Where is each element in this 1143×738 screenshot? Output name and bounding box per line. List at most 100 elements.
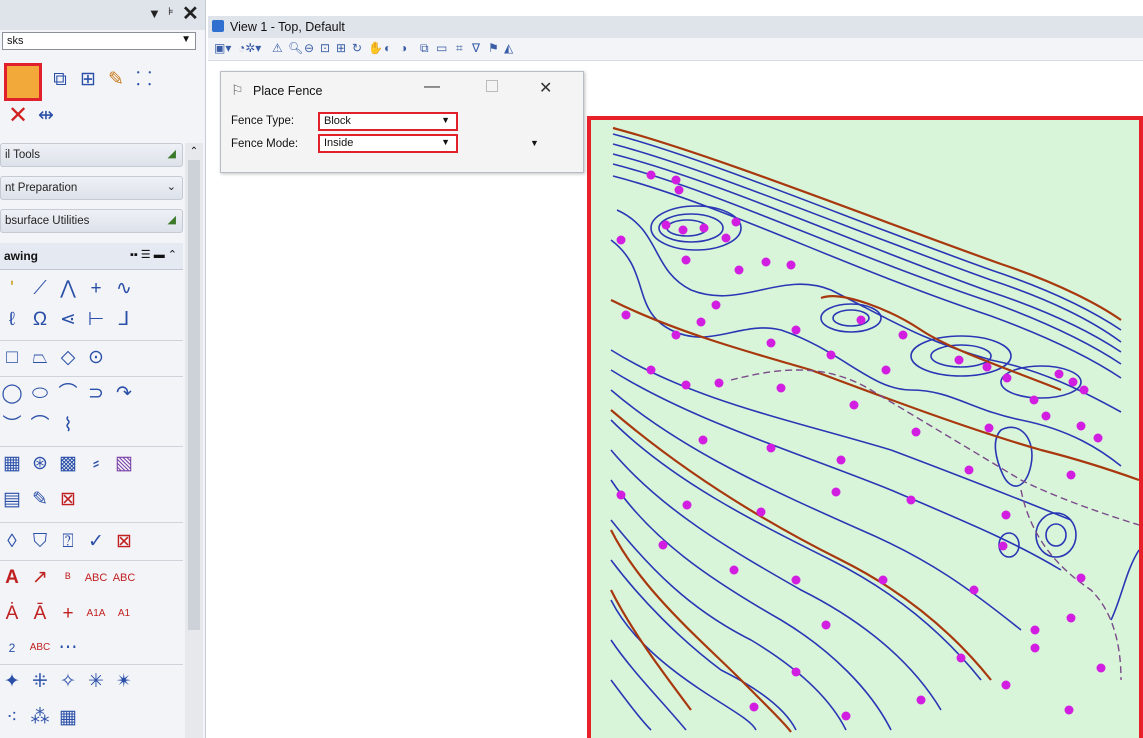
circle-icon[interactable]: ◯ bbox=[0, 382, 24, 406]
close-icon[interactable]: ✕ bbox=[182, 1, 199, 26]
place-line-icon[interactable]: ⟋ bbox=[28, 277, 52, 301]
text-number-2-icon[interactable]: 2 bbox=[0, 636, 24, 660]
table-text-icon[interactable]: ⋯ bbox=[56, 636, 80, 660]
tag-review-icon[interactable]: ✓ bbox=[84, 530, 108, 554]
fit-view-icon[interactable]: ⊞ bbox=[336, 41, 346, 55]
edit-pattern-icon[interactable]: ✎ bbox=[28, 488, 52, 512]
ellipse-icon[interactable]: ⬭ bbox=[28, 382, 52, 406]
partial-arc-icon[interactable]: ⌒ bbox=[28, 414, 52, 438]
delete-fence-icon[interactable]: ✕ bbox=[6, 104, 30, 128]
contour-map-view[interactable] bbox=[591, 120, 1139, 738]
pin-icon[interactable]: ⊧ bbox=[168, 5, 174, 18]
cell-icon[interactable]: ⁖ bbox=[0, 706, 24, 730]
text-along-icon[interactable]: ↗ bbox=[28, 566, 52, 590]
window-area-icon[interactable]: ⊡ bbox=[320, 41, 330, 55]
pan-icon[interactable]: ✋ bbox=[368, 41, 383, 55]
pattern-area-icon[interactable]: ▩ bbox=[56, 452, 80, 476]
fence-type-select[interactable]: Block ▼ bbox=[318, 112, 458, 131]
tag-delete-icon[interactable]: ⊠ bbox=[112, 530, 136, 554]
construct-icon[interactable]: ⅃ bbox=[112, 308, 136, 332]
zoom-in-icon[interactable]: 🔍︎ bbox=[288, 41, 303, 55]
fence-clip-icon[interactable]: ⸬ bbox=[132, 68, 156, 92]
rotate-view-icon[interactable]: ↻ bbox=[352, 41, 362, 55]
panel-menu-icon[interactable]: ▼ bbox=[148, 6, 161, 21]
scroll-thumb[interactable] bbox=[188, 160, 200, 630]
camera-icon[interactable]: ▭ bbox=[436, 41, 447, 55]
place-point-icon[interactable]: + bbox=[84, 277, 108, 301]
text-match-icon[interactable]: Ȧ bbox=[0, 602, 24, 626]
arc-3pt-icon[interactable]: ︶ bbox=[0, 414, 24, 438]
text-number-icon[interactable]: A1 bbox=[112, 602, 136, 626]
view-next-icon[interactable]: ◑ bbox=[400, 41, 407, 55]
maximize-button[interactable] bbox=[486, 80, 498, 92]
tag-edit-icon[interactable]: ⛉ bbox=[28, 530, 52, 554]
cell-query-icon[interactable]: ✴ bbox=[112, 670, 136, 694]
pattern-icon[interactable]: ▧ bbox=[112, 452, 136, 476]
section-civil-tools[interactable]: il Tools ◢ bbox=[0, 143, 183, 167]
tag-query-icon[interactable]: ⍰ bbox=[56, 530, 80, 554]
cell-select-icon[interactable]: ✳ bbox=[84, 670, 108, 694]
display-style-icon[interactable]: ◔✲▾ bbox=[238, 41, 261, 55]
clip-volume-icon[interactable]: ⌗ bbox=[456, 41, 463, 56]
fill-region-icon[interactable]: ▦ bbox=[0, 452, 24, 476]
section-icon[interactable]: ⚑ bbox=[488, 41, 499, 55]
increment-text-icon[interactable]: A1A bbox=[84, 602, 108, 626]
spline-icon[interactable]: Ω bbox=[28, 308, 52, 332]
arc-edit-icon[interactable]: ⊃ bbox=[84, 382, 108, 406]
tag-icon[interactable]: ◊ bbox=[0, 530, 24, 554]
fence-grid-icon[interactable]: ⊞ bbox=[76, 68, 100, 92]
view-attributes-icon[interactable]: ▣▾ bbox=[214, 41, 231, 55]
drawing-section-header[interactable]: awing ▪▪ ☰ ▬ ⌃ bbox=[0, 243, 183, 270]
stream-icon[interactable]: ℓ bbox=[0, 308, 24, 332]
view-previous-icon[interactable]: ◐ bbox=[384, 41, 391, 55]
text-node-icon[interactable]: + bbox=[56, 602, 80, 626]
note-icon[interactable]: ABC bbox=[28, 636, 52, 660]
section-point-preparation[interactable]: nt Preparation ⌄ bbox=[0, 176, 183, 200]
cell-array-icon[interactable]: ⁜ bbox=[28, 670, 52, 694]
update-view-icon[interactable]: ⚠ bbox=[272, 41, 283, 55]
place-multiline-icon[interactable]: ⋀ bbox=[56, 277, 80, 301]
linear-pattern-icon[interactable]: ⸗ bbox=[84, 452, 108, 476]
dimension-icon[interactable]: ⊢ bbox=[84, 308, 108, 332]
cell-library-icon[interactable]: ⁂ bbox=[28, 706, 52, 730]
chevron-down-icon: ▼ bbox=[441, 137, 450, 147]
zoom-out-icon[interactable]: ⊖ bbox=[304, 41, 314, 55]
place-cell-icon[interactable]: ✦ bbox=[0, 670, 24, 694]
task-select[interactable]: sks ▼ bbox=[2, 32, 196, 50]
arc-extend-icon[interactable]: ⌇ bbox=[56, 414, 80, 438]
circle-center-icon[interactable]: ⊙ bbox=[84, 346, 108, 370]
fence-tool-icon[interactable]: ⧉ bbox=[48, 68, 72, 92]
fence-stretch-icon[interactable]: ⇹ bbox=[34, 104, 58, 128]
expand-options-icon[interactable]: ▼ bbox=[530, 138, 539, 148]
spell-check-icon[interactable]: ABC bbox=[84, 566, 108, 590]
text-edit-icon[interactable]: ᴮ bbox=[56, 566, 80, 590]
place-text-icon[interactable]: A bbox=[0, 566, 24, 590]
render-icon[interactable]: ◭ bbox=[504, 41, 513, 55]
delete-pattern-icon[interactable]: ⊠ bbox=[56, 488, 80, 512]
arc-icon[interactable]: ⌒ bbox=[56, 382, 80, 406]
text-attr-icon[interactable]: Ā bbox=[28, 602, 52, 626]
scroll-up-icon[interactable]: ⌃ bbox=[186, 146, 202, 157]
polygon-icon[interactable]: ⏢ bbox=[28, 346, 52, 370]
section-subsurface-utilities[interactable]: bsurface Utilities ◢ bbox=[0, 209, 183, 233]
place-curve-icon[interactable]: ∿ bbox=[112, 277, 136, 301]
copy-view-icon[interactable]: ⧉ bbox=[420, 41, 429, 56]
cell-icon[interactable]: ▤ bbox=[0, 488, 24, 512]
cell-replace-icon[interactable]: ✧ bbox=[56, 670, 80, 694]
modify-arc-icon[interactable]: ↷ bbox=[112, 382, 136, 406]
place-fence-tool-button[interactable] bbox=[4, 63, 42, 101]
hatch-icon[interactable]: ⊛ bbox=[28, 452, 52, 476]
angle-icon[interactable]: ⋖ bbox=[56, 308, 80, 332]
place-smartline-icon[interactable]: ʹ bbox=[0, 277, 24, 301]
text-query-icon[interactable]: ABC bbox=[112, 566, 136, 590]
rectangle-icon[interactable]: □ bbox=[0, 346, 24, 370]
diamond-icon[interactable]: ◇ bbox=[56, 346, 80, 370]
minimize-button[interactable]: — bbox=[424, 78, 440, 96]
table-icon[interactable]: ▦ bbox=[56, 706, 80, 730]
view-mode-icons[interactable]: ▪▪ ☰ ▬ ⌃ bbox=[130, 248, 177, 261]
palette-icon[interactable]: ✎ bbox=[104, 68, 128, 92]
fence-mode-select[interactable]: Inside ▼ bbox=[318, 134, 458, 153]
clip-mask-icon[interactable]: ∇ bbox=[472, 41, 480, 55]
close-button[interactable]: ✕ bbox=[539, 78, 552, 98]
chevron-down-icon: ⌄ bbox=[166, 181, 176, 193]
